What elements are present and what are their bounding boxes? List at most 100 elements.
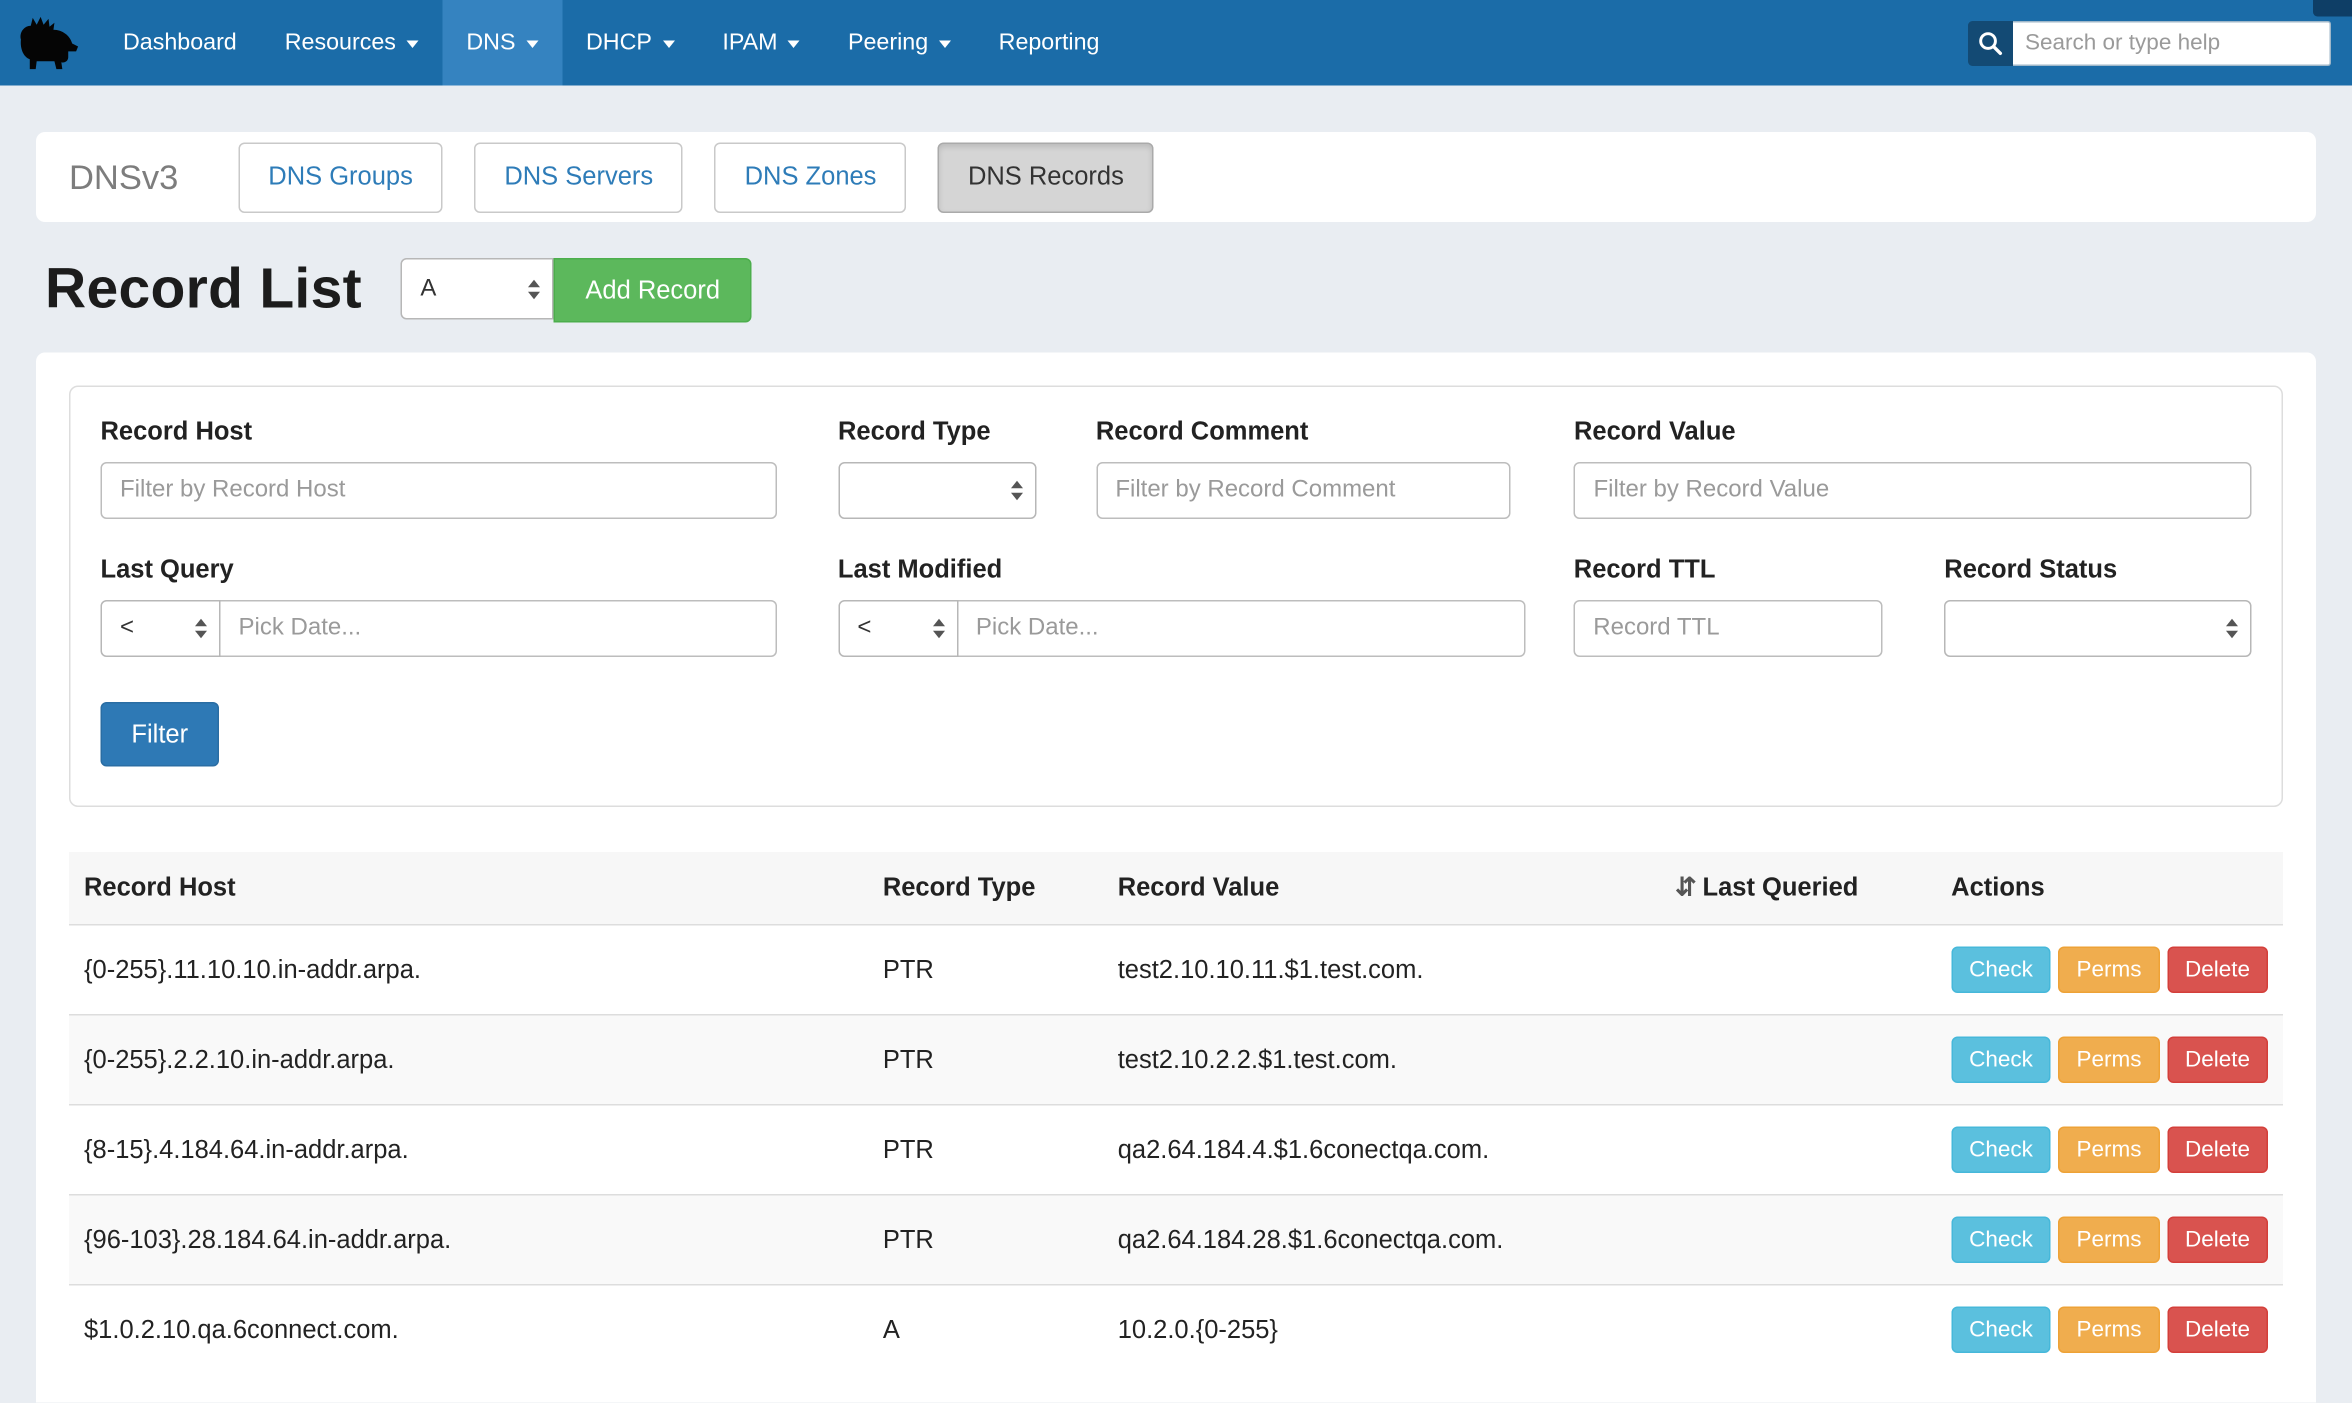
record-host-label: Record Host: [101, 417, 777, 447]
delete-button[interactable]: Delete: [2167, 1037, 2268, 1084]
records-table: Record Host Record Type Record Value ⇵La…: [69, 852, 2283, 1374]
nav-label: DNS: [466, 29, 515, 56]
main-panel: Record Host Record Type Record Comment R…: [36, 353, 2316, 1403]
check-button[interactable]: Check: [1951, 1307, 2051, 1354]
filter-card: Record Host Record Type Record Comment R…: [69, 386, 2283, 808]
header-record-value: Record Value: [1103, 852, 1660, 925]
select-spinner-icon: [1010, 481, 1022, 501]
filter-row-1: Record Host Record Type Record Comment R…: [101, 417, 2252, 519]
check-button[interactable]: Check: [1951, 1127, 2051, 1174]
filter-button[interactable]: Filter: [101, 702, 220, 767]
cell-record-type: A: [868, 1285, 1103, 1374]
record-host-filter-input[interactable]: [101, 462, 777, 519]
page-root: Dashboard Resources DNS DHCP IPAM Peerin…: [0, 0, 2352, 1337]
record-status-filter-select[interactable]: [1944, 600, 2251, 657]
delete-button[interactable]: Delete: [2167, 947, 2268, 994]
last-query-label: Last Query: [101, 555, 777, 585]
cell-last-queried: [1660, 1195, 1936, 1285]
search-icon[interactable]: [1968, 20, 2013, 65]
select-spinner-icon: [528, 279, 540, 299]
delete-button[interactable]: Delete: [2167, 1127, 2268, 1174]
select-spinner-icon: [2226, 619, 2238, 639]
chevron-down-icon: [662, 41, 674, 49]
nav-label: Dashboard: [123, 29, 237, 56]
record-status-label: Record Status: [1944, 555, 2251, 585]
record-value-label: Record Value: [1574, 417, 2251, 447]
moose-logo-icon[interactable]: [0, 0, 99, 86]
cell-record-value: 10.2.0.{0-255}: [1103, 1285, 1660, 1374]
top-navbar: Dashboard Resources DNS DHCP IPAM Peerin…: [0, 0, 2352, 86]
nav-label: DHCP: [586, 29, 652, 56]
add-record-button[interactable]: Add Record: [554, 258, 752, 323]
navbar-right: [1968, 0, 2352, 86]
page-title: Record List: [45, 258, 362, 323]
sort-icon[interactable]: ⇵: [1675, 873, 1696, 902]
cell-last-queried: [1660, 1285, 1936, 1374]
cell-record-value: test2.10.2.2.$1.test.com.: [1103, 1015, 1660, 1105]
moose-logo-svg: [15, 13, 84, 73]
check-button[interactable]: Check: [1951, 1217, 2051, 1264]
record-list-header: Record List A Add Record: [45, 258, 2316, 323]
nav-item-ipam[interactable]: IPAM: [698, 0, 824, 86]
record-value-filter-input[interactable]: [1574, 462, 2251, 519]
last-modified-operator-select[interactable]: <: [838, 600, 958, 657]
header-actions: Actions: [1936, 852, 2283, 925]
record-type-selected-value: A: [420, 275, 436, 302]
cell-record-type: PTR: [868, 1195, 1103, 1285]
cell-record-host: {96-103}.28.184.64.in-addr.arpa.: [69, 1195, 868, 1285]
record-type-select[interactable]: A: [401, 258, 554, 320]
perms-button[interactable]: Perms: [2058, 1127, 2159, 1174]
nav-item-dns[interactable]: DNS: [442, 0, 562, 86]
record-type-label: Record Type: [838, 417, 1036, 447]
filter-row-2: Last Query < Last Modified <: [101, 555, 2252, 657]
chevron-down-icon: [788, 41, 800, 49]
table-row: {96-103}.28.184.64.in-addr.arpa. PTR qa2…: [69, 1195, 2283, 1285]
record-ttl-label: Record TTL: [1574, 555, 1883, 585]
select-spinner-icon: [195, 619, 207, 639]
nav-item-reporting[interactable]: Reporting: [975, 0, 1124, 86]
select-spinner-icon: [932, 619, 944, 639]
perms-button[interactable]: Perms: [2058, 1217, 2159, 1264]
cell-record-value: test2.10.10.11.$1.test.com.: [1103, 925, 1660, 1015]
last-query-date-input[interactable]: [221, 600, 777, 657]
nav-label: IPAM: [722, 29, 777, 56]
nav-item-dhcp[interactable]: DHCP: [562, 0, 698, 86]
last-query-operator-select[interactable]: <: [101, 600, 221, 657]
nav-item-peering[interactable]: Peering: [824, 0, 975, 86]
nav-items: Dashboard Resources DNS DHCP IPAM Peerin…: [99, 0, 1123, 86]
header-last-queried: ⇵Last Queried: [1660, 852, 1936, 925]
cell-record-host: {0-255}.2.2.10.in-addr.arpa.: [69, 1015, 868, 1105]
chevron-down-icon: [939, 41, 951, 49]
cell-record-host: {8-15}.4.184.64.in-addr.arpa.: [69, 1105, 868, 1195]
perms-button[interactable]: Perms: [2058, 947, 2159, 994]
chevron-down-icon: [406, 41, 418, 49]
nav-item-resources[interactable]: Resources: [261, 0, 443, 86]
tab-dns-groups[interactable]: DNS Groups: [238, 142, 443, 213]
record-comment-filter-input[interactable]: [1096, 462, 1511, 519]
cell-last-queried: [1660, 1015, 1936, 1105]
record-ttl-filter-input[interactable]: [1574, 600, 1883, 657]
tab-dns-servers[interactable]: DNS Servers: [474, 142, 683, 213]
delete-button[interactable]: Delete: [2167, 1217, 2268, 1264]
perms-button[interactable]: Perms: [2058, 1037, 2159, 1084]
last-modified-date-input[interactable]: [958, 600, 1526, 657]
record-type-filter-select[interactable]: [838, 462, 1036, 519]
nav-label: Reporting: [999, 29, 1100, 56]
check-button[interactable]: Check: [1951, 1037, 2051, 1084]
cell-record-host: {0-255}.11.10.10.in-addr.arpa.: [69, 925, 868, 1015]
dnsv3-panel: DNSv3 DNS Groups DNS Servers DNS Zones D…: [36, 132, 2316, 222]
corner-menu-button[interactable]: [2313, 0, 2352, 17]
check-button[interactable]: Check: [1951, 947, 2051, 994]
nav-label: Peering: [848, 29, 928, 56]
nav-label: Resources: [285, 29, 396, 56]
cell-record-type: PTR: [868, 1015, 1103, 1105]
tab-dns-records[interactable]: DNS Records: [938, 142, 1154, 213]
tab-dns-zones[interactable]: DNS Zones: [715, 142, 907, 213]
nav-item-dashboard[interactable]: Dashboard: [99, 0, 261, 86]
table-row: {0-255}.2.2.10.in-addr.arpa. PTR test2.1…: [69, 1015, 2283, 1105]
delete-button[interactable]: Delete: [2167, 1307, 2268, 1354]
record-comment-label: Record Comment: [1096, 417, 1511, 447]
search-input[interactable]: [2013, 20, 2331, 65]
perms-button[interactable]: Perms: [2058, 1307, 2159, 1354]
table-row: {0-255}.11.10.10.in-addr.arpa. PTR test2…: [69, 925, 2283, 1015]
